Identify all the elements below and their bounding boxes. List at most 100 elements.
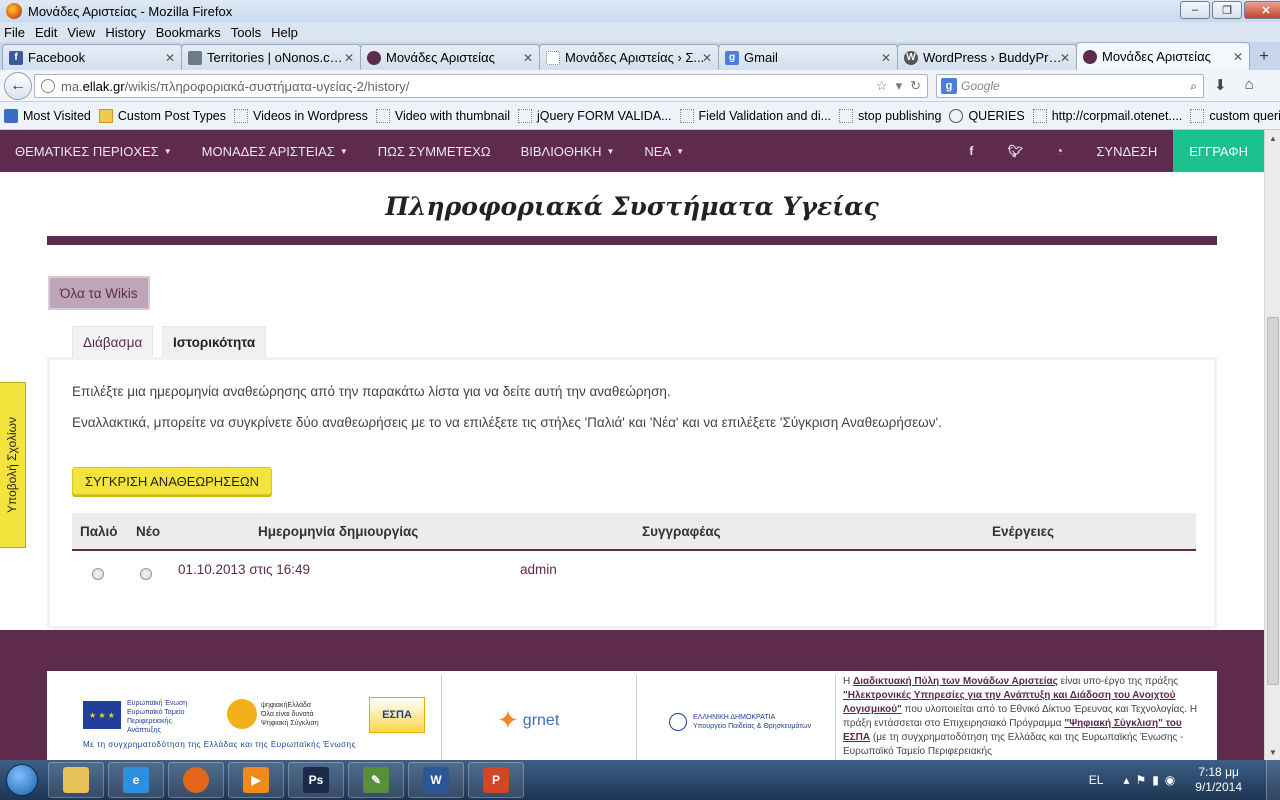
tab-read[interactable]: Διάβασμα [72,326,154,358]
revision-author-link[interactable]: admin [520,562,557,577]
menu-bar: File Edit View History Bookmarks Tools H… [0,22,1280,42]
col-old: Παλιό [80,524,118,539]
scroll-thumb[interactable] [1267,317,1279,685]
tab-territories[interactable]: Territories | oNonos.com ✕ [181,44,361,70]
bookmark-label: Videos in Wordpress [253,108,368,123]
nav-news[interactable]: ΝΕΑ ▼ [644,144,684,159]
nav-thematic-areas[interactable]: ΘΕΜΑΤΙΚΕΣ ΠΕΡΙΟΧΕΣ ▼ [15,144,172,159]
compare-revisions-button[interactable]: ΣΥΓΚΡΙΣΗ ΑΝΑΘΕΩΡΗΣΕΩΝ [72,467,272,495]
tab-close-icon[interactable]: ✕ [1060,51,1070,65]
tab-bar: f Facebook ✕ Territories | oNonos.com ✕ … [0,42,1280,70]
bookmark-item[interactable]: jQuery FORM VALIDA... [518,108,672,123]
bookmark-item[interactable]: Custom Post Types [98,108,226,123]
footer-divider [835,675,836,760]
footer-description: Η Διαδικτυακή Πύλη των Μονάδων Αριστείας… [843,675,1207,759]
url-bar[interactable]: ma. ellak.gr/wikis/πληροφοριακά-συστήματα… [34,74,928,98]
bookmark-item[interactable]: Field Validation and di... [679,108,832,123]
scroll-up-icon[interactable]: ▲ [1265,130,1280,146]
feedback-tab[interactable]: Υποβολή Σχολίων [0,382,26,548]
page-scrollbar[interactable]: ▲ ▼ [1264,130,1280,760]
tab-wordpress[interactable]: W WordPress › BuddyPres... ✕ [897,44,1077,70]
page-icon [546,50,560,65]
bookmark-item[interactable]: Most Visited [4,108,91,123]
close-button[interactable]: ✕ [1244,1,1280,19]
tab-facebook[interactable]: f Facebook ✕ [2,44,182,70]
bookmark-item[interactable]: stop publishing [839,108,941,123]
taskbar-explorer[interactable] [48,762,104,798]
bookmark-item[interactable]: http://corpmail.otenet.... [1032,108,1182,123]
nav-excellence-units[interactable]: ΜΟΝΑΔΕΣ ΑΡΙΣΤΕΙΑΣ ▼ [202,144,348,159]
search-bar[interactable]: g Google ⌕ [936,74,1204,98]
tab-monades-active[interactable]: Μονάδες Αριστείας ✕ [1076,42,1250,70]
revision-date-link[interactable]: 01.10.2013 στις 16:49 [178,562,310,577]
reload-icon[interactable]: ↻ [910,78,921,94]
tab-monades-1[interactable]: Μονάδες Αριστείας ✕ [360,44,540,70]
tab-close-icon[interactable]: ✕ [344,51,354,65]
menu-tools[interactable]: Tools [231,25,261,40]
start-button[interactable] [0,760,44,800]
portal-link[interactable]: Διαδικτυακή Πύλη των Μονάδων Αριστείας [853,676,1058,687]
ministry-line: ΕΛΛΗΝΙΚΗ ΔΗΜΟΚΡΑΤΙΑ [693,714,776,721]
menu-history[interactable]: History [105,25,145,40]
language-indicator[interactable]: EL [1089,773,1104,787]
tab-close-icon[interactable]: ✕ [881,51,891,65]
tab-close-icon[interactable]: ✕ [523,51,533,65]
menu-file[interactable]: File [4,25,25,40]
tab-gmail[interactable]: g Gmail ✕ [718,44,898,70]
page-icon [679,108,694,123]
menu-help[interactable]: Help [271,25,298,40]
old-radio[interactable] [92,568,104,580]
taskbar-powerpoint[interactable]: P [468,762,524,798]
show-desktop-button[interactable] [1266,760,1280,800]
menu-view[interactable]: View [67,25,95,40]
minimize-button[interactable]: ‒ [1180,1,1210,19]
bookmark-item[interactable]: custom queries [1190,108,1280,123]
facebook-icon[interactable]: f [964,144,978,158]
all-wikis-button[interactable]: Όλα τα Wikis [48,276,150,310]
back-button[interactable]: ← [4,71,32,100]
new-radio[interactable] [140,568,152,580]
bookmark-star-icon[interactable]: ☆ [876,78,888,94]
taskbar-photoshop[interactable]: Ps [288,762,344,798]
bookmark-label: jQuery FORM VALIDA... [537,108,672,123]
tab-close-icon[interactable]: ✕ [702,51,712,65]
tab-label: Gmail [744,50,778,65]
twitter-icon[interactable]: 🐦︎ [1008,144,1023,158]
dropdown-icon[interactable]: ▾ [896,78,903,94]
menu-edit[interactable]: Edit [35,25,57,40]
taskbar-ie[interactable]: e [108,762,164,798]
bookmark-label: Field Validation and di... [698,108,832,123]
intro-text-alt: Εναλλακτικά, μπορείτε να συγκρίνετε δύο … [72,415,942,430]
rss-icon[interactable]: ◔ [1052,144,1066,158]
bookmark-item[interactable]: Videos in Wordpress [234,108,368,123]
search-icon[interactable]: ⌕ [1190,79,1197,94]
tab-history[interactable]: Ιστορικότητα [162,326,267,358]
taskbar-firefox[interactable] [168,762,224,798]
google-icon[interactable]: g [941,78,957,94]
login-link[interactable]: ΣΥΝΔΕΣΗ [1096,144,1157,159]
system-tray: EL ▴⚑▮◉ 7:18 μμ 9/1/2014 [1089,760,1280,800]
window-titlebar: Μονάδες Αριστείας - Mozilla Firefox ‒ ❐ … [0,0,1280,22]
menu-bookmarks[interactable]: Bookmarks [156,25,221,40]
footer-text: Η [843,676,853,687]
grnet-logo[interactable]: ✦ grnet [497,705,559,736]
download-icon[interactable]: ⬇ [1214,76,1227,94]
nav-how-to-participate[interactable]: ΠΩΣ ΣΥΜΜΕΤΕΧΩ [378,144,491,159]
maximize-button[interactable]: ❐ [1212,1,1242,19]
taskbar-media[interactable]: ▶ [228,762,284,798]
scroll-down-icon[interactable]: ▼ [1265,744,1280,760]
tab-monades-2[interactable]: Μονάδες Αριστείας › Σ... ✕ [539,44,719,70]
tab-close-icon[interactable]: ✕ [165,51,175,65]
taskbar-notepad[interactable]: ✎ [348,762,404,798]
register-button[interactable]: ΕΓΓΡΑΦΗ [1173,130,1264,172]
nav-library[interactable]: ΒΙΒΛΙΟΘΗΚΗ ▼ [521,144,615,159]
tab-close-icon[interactable]: ✕ [1233,50,1243,64]
tray-icons[interactable]: ▴⚑▮◉ [1123,773,1181,787]
taskbar-word[interactable]: W [408,762,464,798]
firefox-icon [6,3,22,19]
new-tab-button[interactable]: + [1253,44,1275,70]
clock[interactable]: 7:18 μμ 9/1/2014 [1195,765,1242,795]
bookmark-item[interactable]: QUERIES [949,108,1025,123]
bookmark-item[interactable]: Video with thumbnail [375,108,510,123]
home-icon[interactable]: ⌂ [1245,76,1254,94]
